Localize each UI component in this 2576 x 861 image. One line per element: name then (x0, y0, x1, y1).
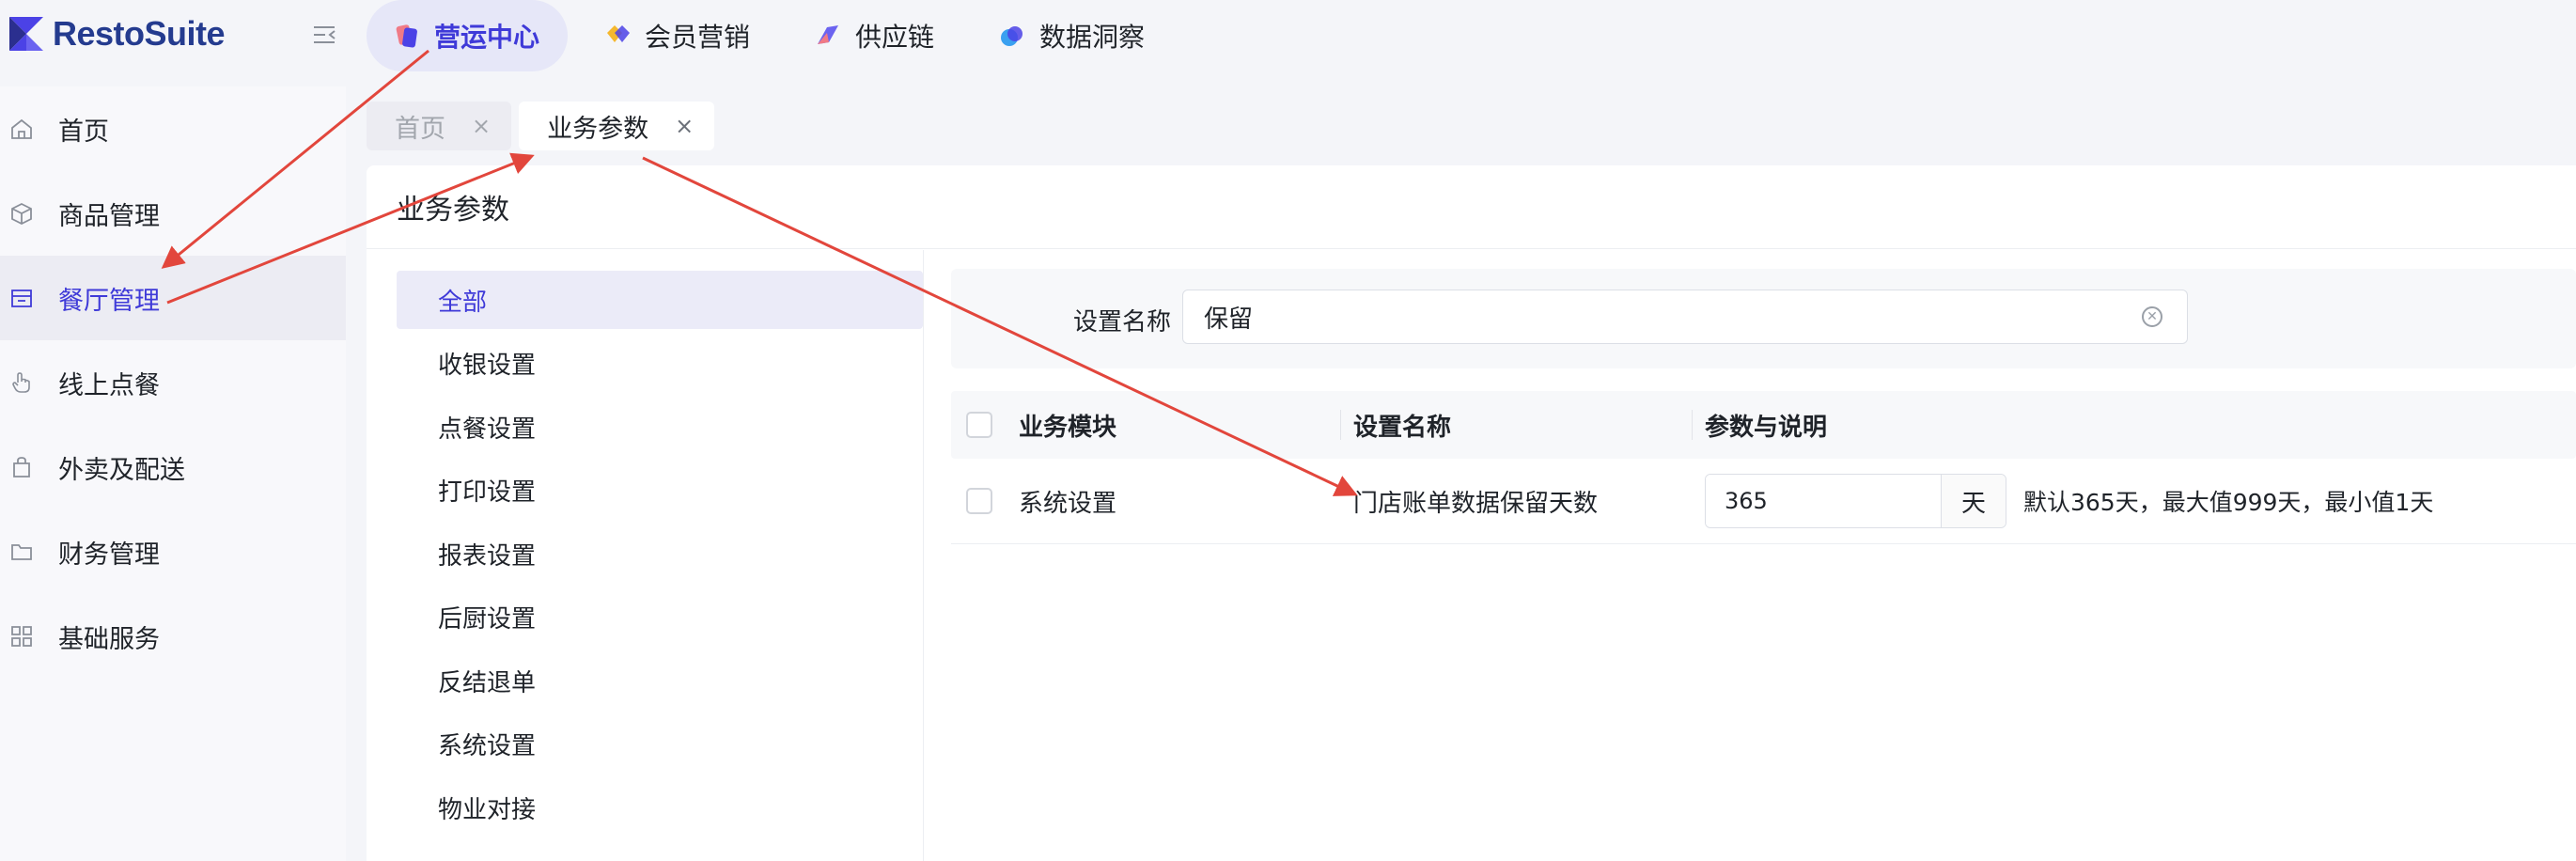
category-item-property[interactable]: 物业对接 (397, 778, 923, 837)
sidebar-item-label: 首页 (58, 117, 109, 147)
tab-home[interactable]: 首页 × (367, 102, 512, 150)
table-row: 系统设置 门店账单数据保留天数 365 天 默认365天，最大值999天，最小值… (951, 459, 2576, 544)
sidebar-item-home[interactable]: 首页 (0, 86, 346, 171)
grid-icon (11, 626, 32, 647)
topnav-label: 营运中心 (434, 22, 540, 53)
membership-icon (607, 25, 631, 42)
hand-pointer-icon (12, 372, 30, 393)
row-param-cell: 365 天 默认365天，最大值999天，最小值1天 (1692, 459, 2576, 543)
sidebar-item-finance[interactable]: 财务管理 (0, 509, 346, 594)
sidebar-item-label: 餐厅管理 (58, 286, 160, 316)
category-item-ordering[interactable]: 点餐设置 (397, 398, 923, 456)
sidebar-item-online-ordering[interactable]: 线上点餐 (0, 340, 346, 425)
filter-label: 设置名称 (1073, 308, 1172, 337)
restosuite-logo-icon (9, 17, 43, 51)
sidebar-item-restaurant-management[interactable]: 餐厅管理 (0, 256, 346, 340)
supply-chain-icon (818, 25, 839, 44)
main-panel: 业务参数 全部 收银设置 点餐设置 打印设置 报表设置 后厨设置 反结退单 系统… (367, 165, 2576, 861)
top-navigation: 营运中心 会员营销 供应链 数据洞察 (367, 0, 1173, 71)
home-icon (11, 118, 32, 139)
sidebar-item-delivery[interactable]: 外卖及配送 (0, 425, 346, 509)
topnav-supply-chain[interactable]: 供应链 (788, 0, 962, 71)
settings-table: 业务模块 设置名称 参数与说明 系统设置 门店账单数据保留天数 365 天 默认… (951, 391, 2576, 544)
divider (923, 250, 924, 861)
close-icon[interactable]: × (675, 113, 694, 139)
category-item-printing[interactable]: 打印设置 (397, 462, 923, 520)
topnav-label: 供应链 (855, 22, 935, 53)
column-header-module: 业务模块 (1019, 413, 1117, 442)
logo[interactable]: RestoSuite (8, 13, 226, 55)
sidebar-item-label: 商品管理 (58, 201, 160, 231)
sidebar-item-label: 外卖及配送 (58, 455, 185, 485)
topnav-label: 数据洞察 (1039, 22, 1146, 53)
data-insight-icon (1001, 26, 1023, 46)
shopping-bag-icon (13, 457, 30, 477)
row-checkbox[interactable] (966, 488, 992, 514)
tab-label: 首页 (395, 114, 445, 144)
select-all-cell (951, 391, 1007, 459)
store-icon (11, 290, 32, 307)
table-header: 业务模块 设置名称 参数与说明 (951, 391, 2576, 459)
logo-text: RestoSuite (53, 14, 226, 53)
category-item-system[interactable]: 系统设置 (397, 715, 923, 774)
topnav-membership-marketing[interactable]: 会员营销 (577, 0, 778, 71)
folder-icon (11, 544, 32, 560)
sidebar-item-label: 基础服务 (58, 624, 160, 654)
topnav-data-insight[interactable]: 数据洞察 (972, 0, 1173, 71)
row-module: 系统设置 (1019, 489, 1117, 518)
top-bar: RestoSuite 营运中心 会员营销 供应链 数据洞察 (0, 0, 2576, 86)
sidebar-item-label: 财务管理 (58, 540, 160, 570)
sidebar: 首页 商品管理 餐厅管理 线上点餐 外卖及配送 财务管理 基础服务 (0, 86, 346, 861)
box-icon (11, 202, 32, 226)
close-icon[interactable]: × (472, 113, 491, 139)
tab-business-parameters[interactable]: 业务参数 × (519, 102, 715, 150)
row-select-cell (951, 459, 1007, 543)
column-header-name: 设置名称 (1340, 391, 1692, 459)
topnav-operations-center[interactable]: 营运中心 (367, 0, 569, 71)
sidebar-item-basic-services[interactable]: 基础服务 (0, 594, 346, 679)
setting-name-search-input[interactable]: 保留 ✕ (1182, 290, 2188, 344)
category-item-all[interactable]: 全部 (397, 271, 923, 329)
divider (367, 248, 2576, 249)
category-item-reverse-settlement[interactable]: 反结退单 (397, 651, 923, 710)
sidebar-collapse-icon[interactable] (310, 21, 338, 49)
retention-days-input[interactable]: 365 (1706, 475, 1942, 527)
category-item-reports[interactable]: 报表设置 (397, 524, 923, 583)
column-header-param: 参数与说明 (1692, 391, 2576, 459)
sidebar-item-products[interactable]: 商品管理 (0, 171, 346, 256)
category-item-kitchen[interactable]: 后厨设置 (397, 588, 923, 647)
unit-label: 天 (1942, 475, 2006, 527)
search-input-value: 保留 (1204, 305, 1254, 334)
retention-days-input-group: 365 天 (1705, 474, 2006, 528)
clear-icon[interactable]: ✕ (2142, 306, 2162, 327)
select-all-checkbox[interactable] (966, 412, 992, 438)
topnav-label: 会员营销 (645, 22, 751, 53)
category-item-cashier[interactable]: 收银设置 (397, 335, 923, 393)
sidebar-item-label: 线上点餐 (58, 370, 160, 400)
param-description: 默认365天，最大值999天，最小值1天 (2023, 489, 2434, 516)
filter-bar: 设置名称 保留 ✕ (951, 269, 2576, 368)
tab-label: 业务参数 (547, 114, 649, 144)
row-setting-name: 门店账单数据保留天数 (1353, 489, 1599, 518)
page-title: 业务参数 (397, 194, 509, 227)
page-tabs: 首页 × 业务参数 × (367, 102, 715, 150)
category-list: 全部 收银设置 点餐设置 打印设置 报表设置 后厨设置 反结退单 系统设置 物业… (397, 271, 923, 842)
operations-icon (396, 24, 417, 48)
